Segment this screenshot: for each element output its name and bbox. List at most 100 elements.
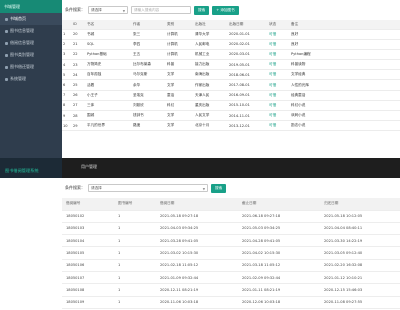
table-cell: 2021-03-28 09:41:05 (156, 234, 238, 248)
column-header: 截止日期 (238, 198, 320, 211)
table-row[interactable]: 18050103 1 2021-04-03 09:34:25 2021-05-03 0… (62, 222, 400, 236)
books-table-body: 1 20 书城 张三 计算机 清华大学 2020-01-01 可借 良好 2 21 SQL 李四 计算机人… (62, 29, 400, 132)
table-row[interactable]: 3 22 Python基础 王五 计算机 机械工业 2020-03-01 可借 Python编程 (62, 49, 400, 61)
top-sidebar: 书城管理 书城首页 图书信息管理 借阅信息管理 图书类别管理 图书借还管理 系统… (0, 0, 62, 158)
nav-item-home[interactable]: 书城首页 (0, 13, 62, 25)
table-row[interactable]: 18050104 1 2021-03-28 09:41:05 2021-04-28 0… (62, 234, 400, 248)
settings-icon (5, 77, 8, 81)
bottom-header-strip: 用户管理 (62, 158, 400, 178)
table-cell: Python编程 (290, 49, 400, 61)
table-row[interactable]: 18050108 1 2020-12-11 08:21:19 2021-01-11 0… (62, 283, 400, 297)
search-button[interactable]: 搜索 (211, 183, 227, 193)
chevron-down-icon: ▼ (122, 9, 125, 13)
table-row[interactable]: 18050107 1 2021-01-09 09:32:44 2021-02-09 0… (62, 271, 400, 285)
table-cell: 2021-03-05 09:12:40 (320, 246, 400, 260)
table-cell: 文学经典 (290, 69, 400, 81)
nav-item-system[interactable]: 系统管理 (0, 73, 62, 85)
home-icon (5, 17, 8, 21)
table-cell: 童话 (166, 90, 194, 101)
table-cell: 2021-04-28 09:41:05 (238, 234, 320, 248)
table-cell: 比尔布莱森 (132, 59, 166, 71)
nav-label: 图书信息管理 (10, 28, 34, 33)
books-table: ID 书名 作者 类别 出版社 出版日期 状态 备注 1 20 书城 张三 计算机 清华大… (62, 20, 400, 132)
select-value: 请选择 (91, 186, 102, 190)
table-row[interactable]: 4 23 万物简史 比尔布莱森 科普 接力出版 2019-05-01 可借 科普读物 (62, 59, 400, 71)
borrow-icon (5, 41, 8, 45)
table-cell: 2020-12-11 08:21:19 (156, 283, 238, 297)
table-cell: 1 (114, 246, 156, 260)
table-cell: 文学 (166, 110, 194, 122)
nav-item-books[interactable]: 图书信息管理 (0, 25, 62, 37)
condition-select[interactable]: 请选择 ▼ (88, 184, 208, 192)
table-cell: 可借 (268, 90, 290, 101)
table-cell: 1 (114, 222, 156, 236)
column-header: 借阅编号 (62, 198, 114, 211)
table-row[interactable]: 5 24 百年孤独 马尔克斯 文学 南海出版 2018-06-01 可借 文学经典 (62, 69, 400, 81)
table-row[interactable]: 10 29 平凡的世界 路遥 文学 北京十月 2013-12-01 可借 励志小说 (62, 120, 400, 132)
search-button[interactable]: 搜索 (194, 5, 210, 15)
nav-item-borrow[interactable]: 借阅信息管理 (0, 37, 62, 49)
nav-item-category[interactable]: 图书类别管理 (0, 49, 62, 61)
table-cell: 人性的光辉 (290, 79, 400, 91)
table-cell: 29 (72, 120, 86, 132)
table-cell: 18050107 (62, 271, 114, 285)
table-cell: 7 (62, 90, 72, 101)
table-cell: 余华 (132, 79, 166, 91)
table-cell: 经典童话 (290, 90, 400, 101)
table-cell: 2021-03-02 10:15:30 (156, 246, 238, 260)
table-cell: 26 (72, 90, 86, 101)
table-cell: 作家出版 (194, 79, 228, 91)
table-cell: 18050106 (62, 259, 114, 272)
condition-select[interactable]: 请选择 ▼ (88, 6, 128, 14)
add-book-button[interactable]: + 添加图书 (212, 5, 239, 15)
table-cell: 24 (72, 69, 86, 81)
table-cell: 人民邮电 (194, 39, 228, 50)
table-cell: 9 (62, 110, 72, 122)
category-icon (5, 53, 8, 57)
table-cell: 28 (72, 110, 86, 122)
table-cell: 18050103 (62, 222, 114, 236)
table-cell: 2016-09-01 (228, 90, 268, 101)
table-row[interactable]: 1 20 书城 张三 计算机 清华大学 2020-01-01 可借 良好 (62, 29, 400, 40)
table-cell: 1 (114, 259, 156, 272)
table-row[interactable]: 18050106 1 2021-02-18 11:05:12 2021-03-18 1… (62, 259, 400, 272)
table-row[interactable]: 7 26 小王子 圣埃克 童话 天津人民 2016-09-01 可借 经典童话 (62, 90, 400, 101)
table-cell: 文学 (166, 69, 194, 81)
table-cell: 2019-05-01 (228, 59, 268, 71)
table-cell: 可借 (268, 100, 290, 112)
table-cell: 2021-03-18 11:05:12 (238, 259, 320, 272)
table-cell: 良好 (290, 39, 400, 50)
return-icon (5, 65, 8, 69)
search-input[interactable]: 请输入搜索内容 (131, 6, 191, 14)
table-cell: 22 (72, 49, 86, 61)
table-cell: 2021-02-20 16:32:08 (320, 259, 400, 272)
table-row[interactable]: 18050102 1 2021-05-18 09:27:18 2021-06-18 0… (62, 210, 400, 223)
table-row[interactable]: 8 27 三体 刘慈欣 科幻 重庆出版 2015-10-01 可借 科幻小说 (62, 100, 400, 112)
table-cell: 18050108 (62, 283, 114, 297)
table-cell: 路遥 (132, 120, 166, 132)
table-cell: 2020-01-01 (228, 29, 268, 40)
book-icon (5, 29, 8, 33)
table-cell: 人民文学 (194, 110, 228, 122)
borrow-table: 借阅编号 图书编号 借阅日期 截止日期 归还日期 18050102 1 2021-0… (62, 198, 400, 310)
table-cell: 2013-12-01 (228, 120, 268, 132)
table-cell: 2021-01-09 09:32:44 (156, 271, 238, 285)
table-row[interactable]: 18050109 1 2020-11-06 10:03:18 2020-12-06 1… (62, 296, 400, 309)
table-cell: 励志小说 (290, 120, 400, 132)
top-nav: 书城首页 图书信息管理 借阅信息管理 图书类别管理 图书借还管理 系统管理 (0, 13, 62, 85)
table-row[interactable]: 2 21 SQL 李四 计算机 人民邮电 2020-02-01 可借 良好 (62, 39, 400, 50)
nav-item-return[interactable]: 图书借还管理 (0, 61, 62, 73)
table-cell: 可借 (268, 29, 290, 40)
table-cell: 计算机 (166, 29, 194, 40)
table-cell: 2021-01-11 08:21:19 (238, 283, 320, 297)
table-row[interactable]: 9 28 围城 钱钟书 文学 人民文学 2014-11-01 可借 讽刺小说 (62, 110, 400, 122)
nav-label: 借阅信息管理 (10, 40, 34, 45)
table-cell: 北京十月 (194, 120, 228, 132)
table-cell: 围城 (86, 110, 132, 122)
table-cell: 20 (72, 29, 86, 40)
table-cell: 2020-02-01 (228, 39, 268, 50)
table-cell: 1 (114, 234, 156, 248)
table-cell: 可借 (268, 39, 290, 50)
table-row[interactable]: 18050105 1 2021-03-02 10:15:30 2021-04-02 1… (62, 246, 400, 260)
table-row[interactable]: 6 25 活着 余华 文学 作家出版 2017-08-01 可借 人性的光辉 (62, 79, 400, 91)
